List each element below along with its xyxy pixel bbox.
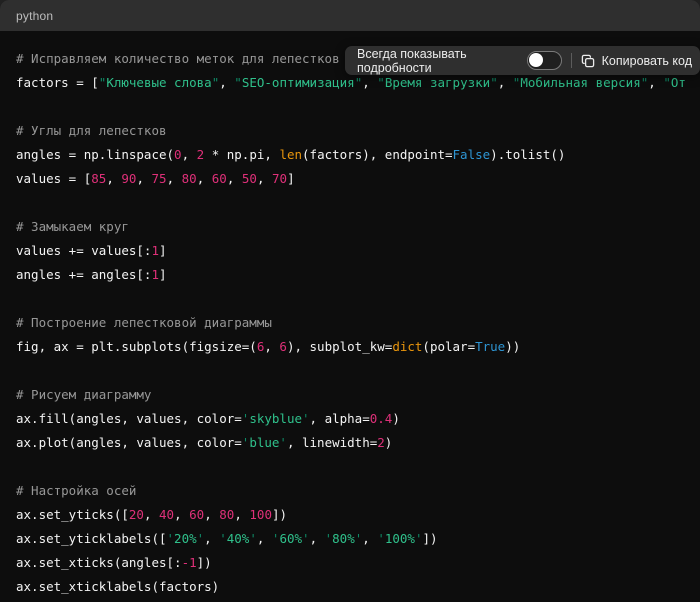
- code-line: [16, 95, 684, 119]
- toggle-knob: [529, 53, 543, 67]
- code-line: ax.set_yticks([20, 40, 60, 80, 100]): [16, 503, 684, 527]
- always-show-details-toggle[interactable]: [527, 51, 562, 70]
- code-line: # Углы для лепестков: [16, 119, 684, 143]
- code-line: fig, ax = plt.subplots(figsize=(6, 6), s…: [16, 335, 684, 359]
- code-line: # Замыкаем круг: [16, 215, 684, 239]
- code-line: values += values[:1]: [16, 239, 684, 263]
- code-line: # Рисуем диаграмму: [16, 383, 684, 407]
- always-show-details-label: Всегда показывать подробности: [357, 47, 518, 75]
- code-line: angles += angles[:1]: [16, 263, 684, 287]
- code-line: # Построение лепестковой диаграммы: [16, 311, 684, 335]
- code-block: python # Исправляем количество меток для…: [0, 0, 700, 602]
- code-line: [16, 455, 684, 479]
- code-line: values = [85, 90, 75, 80, 60, 50, 70]: [16, 167, 684, 191]
- code-body: # Исправляем количество меток для лепест…: [0, 31, 700, 602]
- copy-code-label: Копировать код: [602, 54, 692, 68]
- copy-icon: [581, 54, 595, 68]
- code-header: python: [0, 0, 700, 31]
- code-line: ax.set_yticklabels(['20%', '40%', '60%',…: [16, 527, 684, 551]
- code-line: angles = np.linspace(0, 2 * np.pi, len(f…: [16, 143, 684, 167]
- code-line: # Настройка осей: [16, 479, 684, 503]
- code-actions-toolbar: Всегда показывать подробности Копировать…: [345, 46, 700, 75]
- code-line: ax.set_xticklabels(factors): [16, 575, 684, 599]
- code-line: [16, 191, 684, 215]
- code-line: ax.plot(angles, values, color='blue', li…: [16, 431, 684, 455]
- code-line: [16, 359, 684, 383]
- code-line: [16, 287, 684, 311]
- code-line: ax.set_xticks(angles[:-1]): [16, 551, 684, 575]
- copy-code-button[interactable]: Копировать код: [581, 54, 692, 68]
- code-language-label: python: [16, 9, 53, 23]
- toolbar-divider: [571, 53, 572, 68]
- code-line: ax.fill(angles, values, color='skyblue',…: [16, 407, 684, 431]
